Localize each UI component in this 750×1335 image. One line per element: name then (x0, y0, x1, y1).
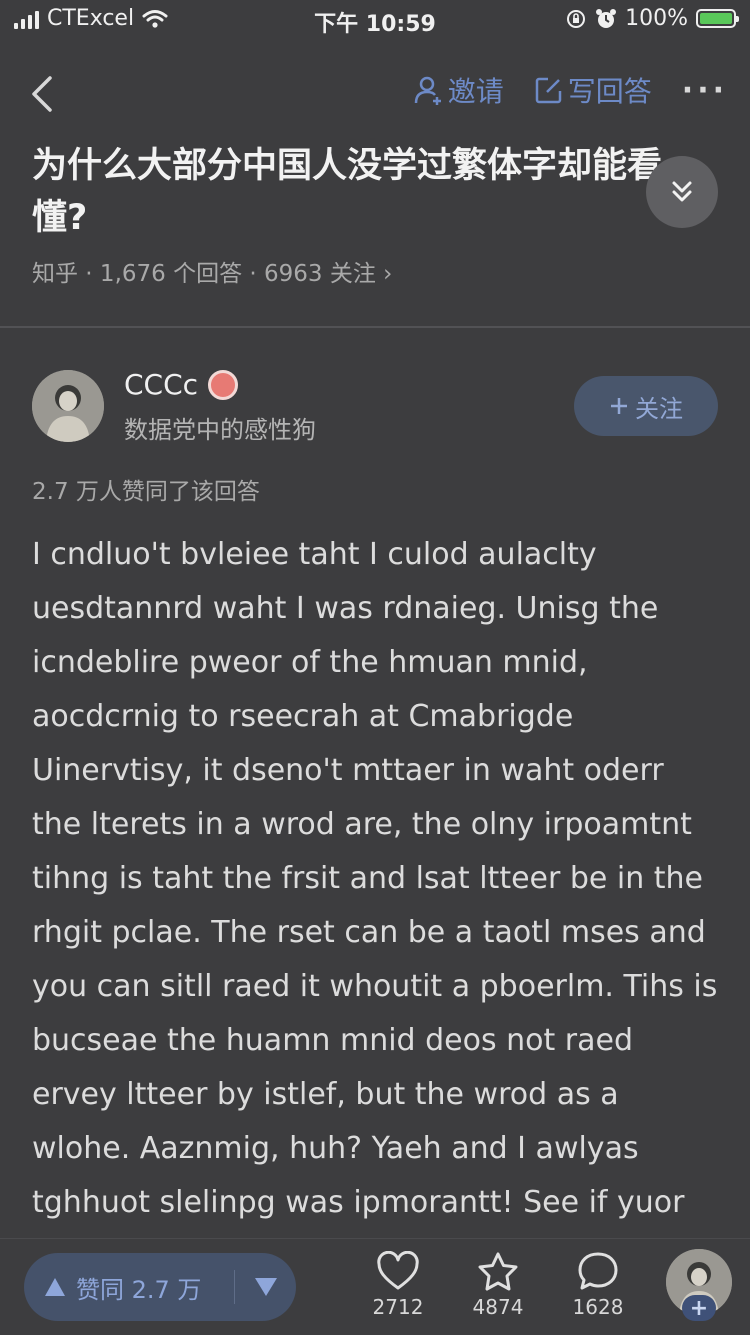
vote-control: 赞同 2.7 万 (24, 1253, 296, 1321)
edit-icon (535, 77, 562, 104)
alarm-icon (596, 8, 617, 28)
follow-label: 关注 (635, 394, 683, 423)
lock-rotation-icon (567, 9, 586, 28)
follow-button[interactable]: 关注 (574, 376, 718, 436)
more-options-button[interactable]: ··· (682, 73, 728, 108)
verified-badge-icon (208, 369, 239, 400)
author-avatar[interactable] (32, 370, 104, 442)
downvote-button[interactable] (235, 1277, 296, 1297)
battery-icon (696, 9, 739, 28)
author-name[interactable]: CCCc (124, 368, 239, 401)
write-answer-button[interactable]: 写回答 (534, 70, 652, 110)
write-answer-label: 写回答 (567, 75, 652, 108)
favorite-button[interactable]: 4874 (458, 1251, 538, 1319)
comment-icon (578, 1252, 618, 1290)
upvote-label: 赞同 2.7 万 (76, 1275, 202, 1304)
star-icon (478, 1252, 518, 1291)
status-right: 100% (565, 6, 739, 31)
like-button[interactable]: 2712 (358, 1251, 438, 1319)
heart-icon (377, 1251, 419, 1290)
author-name-text: CCCc (124, 368, 199, 401)
answer-text: I cndluo't bvleiee taht I culod aulaclty… (32, 537, 718, 1220)
like-count: 2712 (372, 1295, 424, 1319)
person-add-icon (414, 76, 441, 105)
upvote-button[interactable]: 赞同 2.7 万 (24, 1270, 234, 1305)
question-title[interactable]: 为什么大部分中国人没学过繁体字却能看懂? (32, 140, 712, 244)
author-bio: 数据党中的感性狗 (124, 416, 316, 444)
nav-bar: 邀请 写回答 ··· (0, 56, 750, 130)
favorite-count: 4874 (472, 1295, 524, 1319)
comment-button[interactable]: 1628 (558, 1251, 638, 1319)
back-arrow-icon[interactable] (26, 72, 66, 116)
add-content-button[interactable]: + (682, 1295, 716, 1321)
double-chevron-down-icon (672, 181, 692, 202)
avatar-photo (32, 370, 104, 442)
triangle-up-icon (45, 1278, 65, 1296)
plus-icon (611, 398, 627, 414)
comment-count: 1628 (572, 1295, 624, 1319)
battery-percent: 100% (625, 6, 688, 31)
status-bar: CTExcel 下午 10:59 100% (0, 0, 750, 42)
divider (0, 326, 750, 328)
question-meta[interactable]: 知乎 · 1,676 个回答 · 6963 关注 › (32, 254, 392, 288)
invite-button[interactable]: 邀请 (414, 70, 504, 110)
invite-label: 邀请 (447, 75, 504, 108)
expand-button[interactable] (646, 156, 718, 228)
nav-actions: 邀请 写回答 ··· (414, 70, 728, 110)
upvote-summary: 2.7 万人赞同了该回答 (32, 479, 260, 505)
bottom-bar: 赞同 2.7 万 2712 4874 1628 + (0, 1238, 750, 1335)
triangle-down-icon (254, 1278, 277, 1296)
